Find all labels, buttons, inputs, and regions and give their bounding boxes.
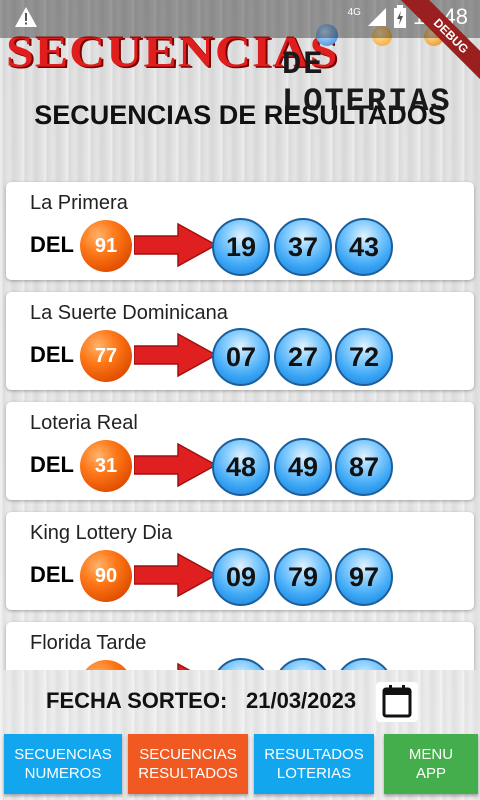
resultados-loterias-button[interactable]: RESULTADOS LOTERIAS [254, 734, 374, 794]
result-number-ball: 07 [212, 328, 270, 386]
from-number-ball: 77 [80, 330, 132, 382]
result-number-ball: 48 [212, 438, 270, 496]
result-number-ball: 49 [274, 438, 332, 496]
secuencias-numeros-button[interactable]: SECUENCIAS NUMEROS [4, 734, 122, 794]
result-card[interactable]: Loteria Real DEL 31 48 49 87 [6, 402, 474, 500]
result-number-ball: 09 [212, 548, 270, 606]
result-number-ball: 37 [274, 218, 332, 276]
result-number-ball: 72 [335, 328, 393, 386]
arrow-icon [177, 662, 191, 670]
from-number-ball: 31 [80, 440, 132, 492]
calendar-icon [382, 685, 412, 718]
result-number-ball: 79 [274, 548, 332, 606]
del-label: DEL [30, 562, 74, 587]
result-number-ball: 87 [335, 438, 393, 496]
result-number-ball: 27 [274, 328, 332, 386]
arrow-icon [134, 442, 218, 488]
result-card[interactable]: King Lottery Dia DEL 90 09 79 97 [6, 512, 474, 610]
result-number-ball: 19 [212, 218, 270, 276]
result-card[interactable]: La Suerte Dominicana DEL 77 07 27 72 [6, 292, 474, 390]
result-number-ball [212, 658, 270, 670]
result-number-ball: 97 [335, 548, 393, 606]
from-number-ball: 91 [80, 220, 132, 272]
menu-app-button[interactable]: MENU APP [384, 734, 478, 794]
from-number-ball: 90 [80, 550, 132, 602]
lottery-name: La Suerte Dominicana [30, 302, 228, 324]
lottery-name: Florida Tarde [30, 632, 147, 654]
del-label: DEL [30, 342, 74, 367]
lottery-name: Loteria Real [30, 412, 138, 434]
network-type: 4G [347, 6, 361, 18]
del-label: DEL [30, 232, 74, 257]
draw-date-value[interactable]: 21/03/2023 [246, 688, 356, 714]
arrow-icon [134, 222, 218, 268]
signal-icon [367, 8, 386, 26]
bottom-nav: SECUENCIAS NUMEROS SECUENCIAS RESULTADOS… [0, 734, 480, 796]
arrow-icon [134, 332, 218, 378]
lottery-name: La Primera [30, 192, 128, 214]
from-number-ball [80, 660, 132, 670]
result-number-ball [274, 658, 332, 670]
result-number-ball [335, 658, 393, 670]
battery-icon [393, 5, 406, 28]
result-card[interactable]: Florida Tarde DEL [6, 622, 474, 670]
logo-sub-text: DE LOTERIAS [282, 46, 452, 120]
arrow-icon [134, 552, 218, 598]
result-number-ball: 43 [335, 218, 393, 276]
warning-icon [15, 7, 37, 27]
draw-date-label: FECHA SORTEO: [46, 688, 228, 713]
results-list[interactable]: La Primera DEL 91 19 37 43 La Suerte Dom… [0, 180, 480, 670]
secuencias-resultados-button[interactable]: SECUENCIAS RESULTADOS [128, 734, 248, 794]
lottery-name: King Lottery Dia [30, 522, 173, 544]
calendar-button[interactable] [376, 682, 418, 722]
del-label: DEL [30, 452, 74, 477]
draw-date-row: FECHA SORTEO: 21/03/2023 [0, 682, 480, 722]
result-card[interactable]: La Primera DEL 91 19 37 43 [6, 182, 474, 280]
